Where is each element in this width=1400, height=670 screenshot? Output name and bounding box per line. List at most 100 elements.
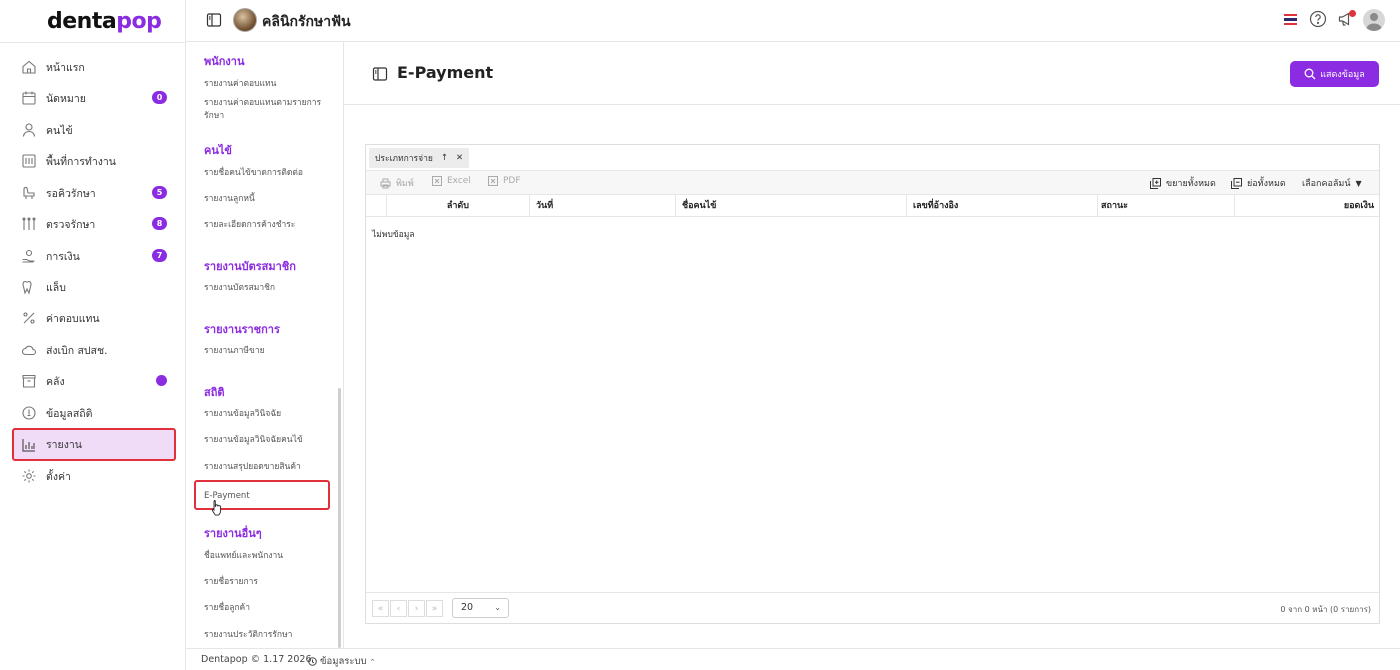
nav-item-appointments[interactable]: นัดหมาย 0 (12, 83, 176, 113)
submenu-item[interactable]: รายชื่อลูกค้า (204, 602, 334, 615)
box-icon (20, 372, 38, 390)
left-navigation: dentapop หน้าแรก นัดหมาย 0 คนไข้ พื้นที่… (0, 0, 186, 670)
nav-item-reports[interactable]: รายงาน (12, 428, 176, 461)
column-header-order[interactable]: ลำดับ (386, 195, 529, 217)
percent-icon (20, 309, 38, 327)
last-page-button[interactable]: » (426, 600, 443, 617)
caret-down-icon: ▼ (1355, 178, 1362, 188)
sort-asc-icon[interactable]: ↑ (441, 153, 448, 163)
next-page-button[interactable]: › (408, 600, 425, 617)
footer-copyright: Dentapop © 1.17 2026 (201, 654, 312, 665)
submenu-item[interactable]: รายงานลูกหนี้ (204, 193, 334, 206)
panel-toggle-icon[interactable] (372, 66, 390, 84)
main-content: E-Payment แสดงข้อมูล ประเภทการจ่าย ↑ ✕ พ… (344, 42, 1400, 648)
print-button[interactable]: พิมพ์ (380, 176, 414, 190)
nav-item-finance[interactable]: การเงิน 7 (12, 241, 176, 271)
submenu-item[interactable]: รายงานบัตรสมาชิก (204, 282, 334, 295)
submenu-item[interactable]: รายงานข้อมูลวินิจฉัย (204, 408, 334, 421)
nav-item-home[interactable]: หน้าแรก (12, 52, 176, 82)
chevron-down-icon: ⌄ (494, 603, 501, 612)
system-info-link[interactable]: ข้อมูลระบบ ⌃ (308, 654, 375, 669)
nav-item-settings[interactable]: ตั้งค่า (12, 461, 176, 491)
announcement-icon[interactable] (1337, 10, 1357, 30)
nav-item-statistics[interactable]: ข้อมูลสถิติ (12, 398, 176, 428)
submenu-item[interactable]: รายงานสรุปยอดขายสินค้า (204, 461, 334, 474)
user-avatar[interactable] (1363, 9, 1385, 31)
submenu-group-title: คนไข้ (204, 144, 232, 157)
column-header-patient-name[interactable]: ชื่อคนไข้ (675, 195, 906, 217)
collapse-all-button[interactable]: ย่อทั้งหมด (1231, 176, 1286, 190)
count-badge: 0 (152, 91, 167, 104)
nav-item-lab[interactable]: แล็บ (12, 272, 176, 302)
page-size-value: 20 (461, 602, 474, 613)
nav-label: ส่งเบิก สปสช. (46, 344, 108, 357)
submenu-item[interactable]: รายงานค่าตอบแทนตามรายการรักษา (204, 97, 334, 123)
info-icon (308, 657, 317, 666)
nav-label: คลัง (46, 375, 65, 388)
submenu-item[interactable]: รายงานประวัติการรักษา (204, 629, 334, 642)
submenu-item[interactable]: ชื่อแพทย์และพนักงาน (204, 550, 334, 563)
workspace-icon (20, 152, 38, 170)
nav-item-treatment[interactable]: ตรวจรักษา 8 (12, 209, 176, 239)
nav-item-workspace[interactable]: พื้นที่การทำงาน (12, 146, 176, 176)
export-pdf-button[interactable]: PDF (488, 176, 521, 186)
clinic-name[interactable]: คลินิกรักษาฟัน (262, 11, 351, 33)
collapse-icon (1231, 177, 1242, 189)
sidebar-toggle-icon[interactable] (206, 12, 224, 30)
nav-item-queue[interactable]: รอคิวรักษา 5 (12, 178, 176, 208)
excel-label: Excel (447, 176, 471, 186)
first-page-button[interactable]: « (372, 600, 389, 617)
choose-columns-label: เลือกคอลัมน์ (1302, 179, 1351, 189)
submenu-item[interactable]: รายงานค่าตอบแทน (204, 78, 334, 91)
e-payment-grid: ประเภทการจ่าย ↑ ✕ พิมพ์ Excel PDF ขยายทั… (365, 144, 1380, 624)
column-header-reference-no[interactable]: เลขที่อ้างอิง (906, 195, 1097, 217)
pdf-label: PDF (503, 176, 521, 186)
nav-label: ตั้งค่า (46, 470, 71, 483)
grid-toolbar: พิมพ์ Excel PDF ขยายทั้งหมด ย่อทั้งหมด เ… (366, 171, 1379, 195)
export-excel-button[interactable]: Excel (432, 176, 471, 186)
nav-item-nhso-claim[interactable]: ส่งเบิก สปสช. (12, 335, 176, 365)
submenu-item[interactable]: รายชื่อคนไข้ขาดการติดต่อ (204, 167, 334, 180)
thai-flag-icon[interactable] (1284, 14, 1297, 25)
show-data-button[interactable]: แสดงข้อมูล (1290, 61, 1379, 87)
print-label: พิมพ์ (396, 179, 414, 189)
nav-item-inventory[interactable]: คลัง (12, 366, 176, 396)
nav-label: ตรวจรักษา (46, 218, 96, 231)
expand-all-button[interactable]: ขยายทั้งหมด (1150, 176, 1216, 190)
dentapop-logo[interactable]: dentapop (47, 9, 162, 34)
nav-item-patients[interactable]: คนไข้ (12, 115, 176, 145)
column-header-date[interactable]: วันที่ (529, 195, 675, 217)
clinic-logo (233, 8, 257, 32)
page-header: E-Payment แสดงข้อมูล (344, 42, 1400, 105)
submenu-group-title: รายงานราชการ (204, 323, 280, 336)
choose-columns-button[interactable]: เลือกคอลัมน์ ▼ (1302, 176, 1362, 190)
group-chip-payment-type[interactable]: ประเภทการจ่าย ↑ ✕ (369, 148, 470, 168)
user-icon (20, 121, 38, 139)
submenu-item[interactable]: รายชื่อรายการ (204, 576, 334, 589)
submenu-group-title: พนักงาน (204, 55, 245, 68)
column-header-status[interactable]: สถานะ (1097, 195, 1234, 217)
prev-page-button[interactable]: ‹ (390, 600, 407, 617)
show-data-label: แสดงข้อมูล (1320, 70, 1365, 80)
nav-label: คนไข้ (46, 124, 73, 137)
nav-label: รอคิวรักษา (46, 187, 96, 200)
info-circle-icon (20, 404, 38, 422)
expand-all-label: ขยายทั้งหมด (1166, 179, 1216, 189)
nav-item-compensation[interactable]: ค่าตอบแทน (12, 303, 176, 333)
column-header-amount[interactable]: ยอดเงิน (1234, 195, 1379, 217)
help-icon[interactable] (1309, 10, 1329, 30)
top-bar: คลินิกรักษาฟัน (186, 0, 1400, 42)
submenu-item[interactable]: รายงานข้อมูลวินิจฉัยคนไข้ (204, 434, 334, 447)
reports-submenu: พนักงาน รายงานค่าตอบแทน รายงานค่าตอบแทนต… (186, 42, 344, 648)
nav-label: พื้นที่การทำงาน (46, 155, 116, 168)
submenu-scrollbar[interactable] (338, 388, 341, 648)
search-icon (1304, 68, 1316, 80)
count-badge: 7 (152, 249, 167, 262)
submenu-item[interactable]: รายงานภาษีขาย (204, 345, 334, 358)
remove-group-icon[interactable]: ✕ (456, 153, 463, 163)
submenu-item[interactable]: รายละเอียดการค้างชำระ (204, 219, 334, 232)
page-size-select[interactable]: 20 ⌄ (452, 598, 509, 618)
nav-label: รายงาน (46, 439, 82, 451)
notification-dot (156, 375, 167, 386)
submenu-group-title: รายงานอื่นๆ (204, 527, 262, 540)
